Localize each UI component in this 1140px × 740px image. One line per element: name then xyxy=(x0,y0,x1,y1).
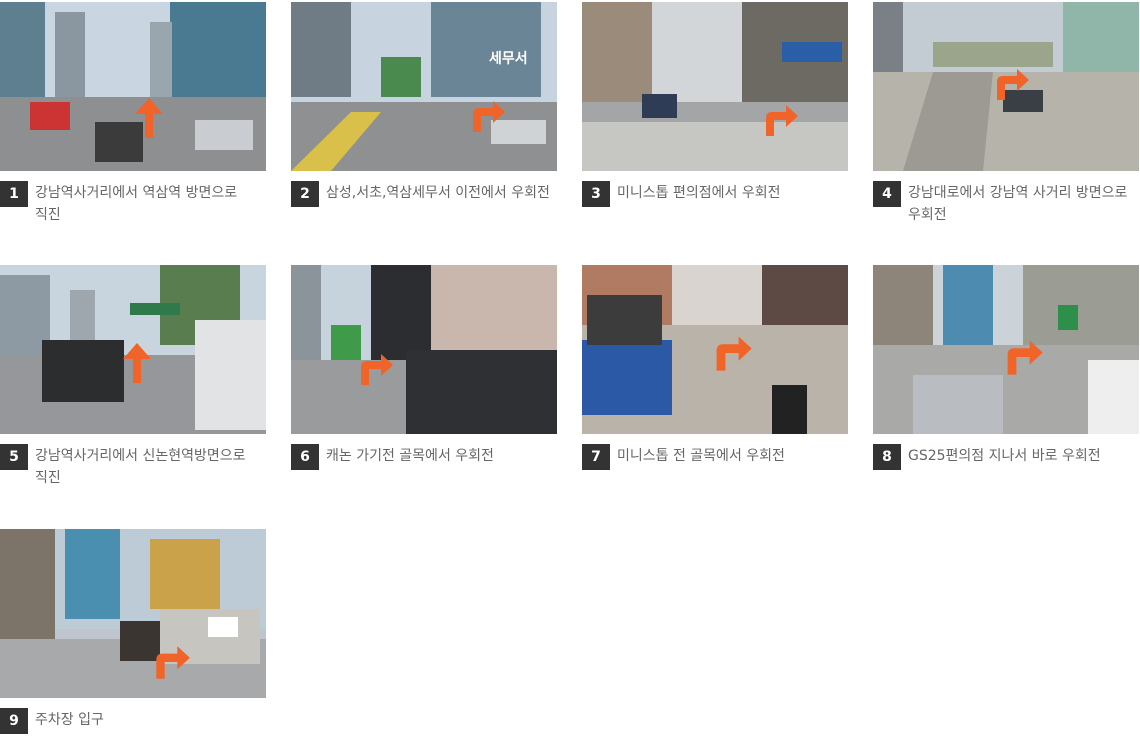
arrow-right-turn-icon xyxy=(760,102,800,138)
arrow-right-turn-icon xyxy=(355,351,395,387)
step-number: 3 xyxy=(582,181,610,207)
arrow-right-turn-icon xyxy=(710,331,754,375)
arrow-up-icon xyxy=(120,339,154,387)
step-number: 1 xyxy=(0,181,28,207)
step-number: 9 xyxy=(0,708,28,734)
arrow-right-turn-icon xyxy=(1001,335,1045,379)
step-number: 2 xyxy=(291,181,319,207)
step-number: 4 xyxy=(873,181,901,207)
step-photo xyxy=(291,2,557,171)
step-caption: GS25편의점 지나서 바로 우회전 xyxy=(908,448,1101,464)
arrow-right-turn-icon xyxy=(467,98,507,134)
step-caption: 강남대로에서 강남역 사거리 방면으로 우회전 xyxy=(908,185,1128,223)
arrow-right-turn-icon xyxy=(150,641,192,683)
step-photo xyxy=(582,2,848,171)
sign-text: 세무서 xyxy=(489,51,528,67)
step-caption: 주차장 입구 xyxy=(35,712,104,728)
step-number: 8 xyxy=(873,444,901,470)
step-number: 6 xyxy=(291,444,319,470)
step-number: 7 xyxy=(582,444,610,470)
step-caption: 미니스톱 전 골목에서 우회전 xyxy=(617,448,785,464)
directions-grid: 1 강남역사거리에서 역삼역 방면으로 직진 세무서 2 삼성,서초,역삼세무서… xyxy=(0,0,1140,740)
arrow-up-icon xyxy=(132,96,166,140)
step-caption: 삼성,서초,역삼세무서 이전에서 우회전 xyxy=(326,185,550,201)
step-caption: 강남역사거리에서 신논현역방면으로 직진 xyxy=(35,448,246,486)
step-caption: 미니스톱 편의점에서 우회전 xyxy=(617,185,781,201)
step-photo xyxy=(291,265,557,434)
step-caption: 강남역사거리에서 역삼역 방면으로 직진 xyxy=(35,185,238,223)
arrow-right-turn-icon xyxy=(991,64,1031,104)
step-caption: 캐논 가기전 골목에서 우회전 xyxy=(326,448,494,464)
step-photo xyxy=(0,2,266,171)
step-number: 5 xyxy=(0,444,28,470)
step-photo xyxy=(0,529,266,698)
